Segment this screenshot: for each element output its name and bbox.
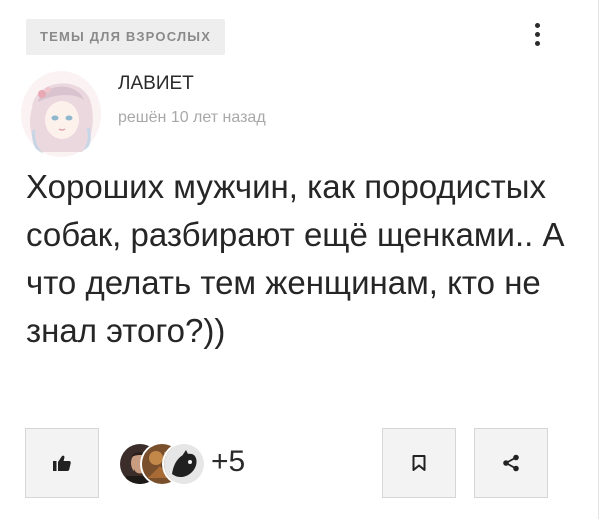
reactor-avatar-3-image [164, 444, 204, 484]
reaction-count[interactable]: +5 [211, 445, 245, 479]
reactor-avatars[interactable] [118, 442, 206, 486]
category-tag[interactable]: ТЕМЫ ДЛЯ ВЗРОСЛЫХ [26, 19, 226, 55]
author-avatar[interactable] [20, 70, 102, 158]
share-icon [503, 454, 519, 472]
post-status: решён 10 лет назад [118, 109, 266, 126]
author-name[interactable]: ЛАВИЕТ [118, 73, 194, 95]
bookmark-icon [412, 455, 426, 471]
more-options-button[interactable] [522, 18, 552, 50]
thumbs-up-icon [53, 455, 71, 471]
post-text: Хороших мужчин, как породистых собак, ра… [26, 168, 565, 349]
vertical-dots-icon-dot-2 [534, 31, 540, 37]
avatar-illustration [20, 70, 102, 158]
vertical-dots-icon-dot-3 [534, 40, 540, 46]
share-button[interactable] [474, 428, 548, 498]
vertical-dots-icon [534, 22, 540, 28]
bookmark-button[interactable] [382, 428, 456, 498]
like-button[interactable] [25, 428, 99, 498]
post-card: ТЕМЫ ДЛЯ ВЗРОСЛЫХ ЛАВИЕТ решён 10 лет на… [0, 0, 613, 519]
reactor-avatar-3 [162, 442, 206, 486]
